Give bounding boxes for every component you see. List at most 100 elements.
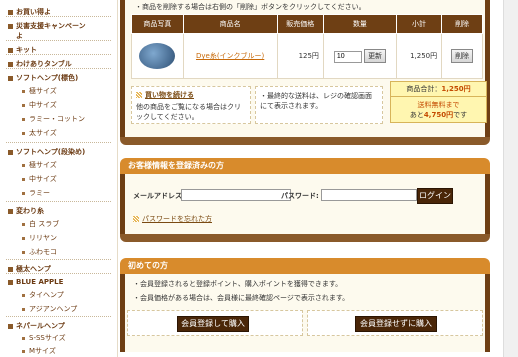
first-time-box: ・会員登録されると登録ポイント、購入ポイントを獲得できます。 ・会員価格がある場… bbox=[120, 274, 490, 352]
scrollbar[interactable] bbox=[503, 0, 518, 357]
sidebar-subitem[interactable]: 極サイズ bbox=[22, 160, 57, 170]
total-row: 商品合計：1,250円 bbox=[390, 81, 487, 97]
first-time-note: ・会員価格がある場合は、会員様に最終確認ページで表示されます。 bbox=[133, 294, 350, 302]
bullet-icon: ・ bbox=[133, 294, 140, 302]
delete-button[interactable]: 削除 bbox=[451, 49, 474, 63]
delete-cell: 削除 bbox=[441, 33, 483, 79]
bullet-icon bbox=[22, 131, 25, 135]
bullet-icon bbox=[8, 279, 13, 285]
price-cell: 125円 bbox=[276, 33, 324, 79]
bullet-icon bbox=[22, 336, 25, 340]
buy-without-register-button[interactable]: 会員登録せずに購入 bbox=[355, 316, 437, 332]
update-button[interactable]: 更新 bbox=[364, 49, 387, 63]
sidebar-subitem[interactable]: リリヤン bbox=[22, 233, 57, 243]
bullet-icon bbox=[8, 266, 13, 272]
bullet-icon bbox=[8, 47, 13, 53]
login-box-footer bbox=[120, 234, 490, 242]
login-button[interactable]: ログイン bbox=[417, 188, 453, 204]
sidebar-subitem[interactable]: 太サイズ bbox=[22, 128, 57, 138]
bullet-icon bbox=[8, 208, 13, 214]
product-photo-cell bbox=[131, 33, 184, 79]
sidebar: お買い得よ 災害支援キャンペーン よ キット わけありタンブル ソフトヘンプ(標… bbox=[0, 0, 118, 357]
cart-table: 商品写真 商品名 販売価格 数量 小計 削除 Dye糸(インクブルー) 125円… bbox=[131, 14, 483, 79]
divider bbox=[6, 316, 111, 317]
bullet-icon bbox=[8, 23, 13, 29]
divider bbox=[6, 142, 111, 143]
login-section-title: お客様情報を登録済みの方 bbox=[120, 158, 490, 174]
sidebar-item[interactable]: BLUE APPLE bbox=[8, 278, 63, 286]
divider bbox=[6, 68, 111, 69]
bullet-icon bbox=[8, 61, 13, 67]
sidebar-subitem[interactable]: Mサイズ bbox=[22, 346, 56, 356]
sidebar-subitem[interactable]: 中サイズ bbox=[22, 100, 57, 110]
bullet-icon bbox=[8, 323, 13, 329]
bullet-icon bbox=[8, 75, 13, 81]
totals-box: 商品合計：1,250円 送料無料まで あと4,750円です bbox=[390, 81, 487, 123]
sidebar-subitem[interactable]: 中サイズ bbox=[22, 174, 57, 184]
bullet-icon bbox=[22, 89, 25, 93]
total-value: 1,250円 bbox=[441, 85, 471, 93]
sidebar-subitem[interactable]: ラミー・コットン bbox=[22, 114, 85, 124]
sidebar-subitem[interactable]: 白 スラブ bbox=[22, 219, 59, 229]
register-and-buy-button[interactable]: 会員登録して購入 bbox=[177, 316, 249, 332]
sidebar-subitem[interactable]: アジアンヘンプ bbox=[22, 304, 77, 314]
sidebar-item[interactable]: ソフトヘンプ(標色) bbox=[8, 73, 78, 83]
table-row: Dye糸(インクブルー) 125円 更新 1,250円 削除 bbox=[131, 33, 483, 79]
continue-shopping-link[interactable]: 買い物を続ける bbox=[145, 91, 194, 99]
free-shipping-amount: 4,750円 bbox=[423, 111, 454, 119]
column-header: 販売価格 bbox=[276, 14, 324, 34]
column-header: 数量 bbox=[322, 14, 397, 34]
free-shipping-row: 送料無料まで あと4,750円です bbox=[390, 97, 487, 123]
sidebar-subitem[interactable]: タイヘンプ bbox=[22, 290, 64, 300]
subtotal-cell: 1,250円 bbox=[395, 33, 443, 79]
email-input[interactable] bbox=[181, 189, 291, 201]
sidebar-subitem[interactable]: ふわモコ bbox=[22, 247, 57, 257]
bullet-icon: ・ bbox=[135, 3, 142, 11]
bullet-icon: ・ bbox=[260, 92, 267, 100]
column-header: 削除 bbox=[441, 14, 483, 34]
continue-note: 他の商品をご覧になる場合はクリックしてください。 bbox=[136, 103, 241, 121]
continue-shopping-box: 買い物を続ける 他の商品をご覧になる場合はクリックしてください。 bbox=[131, 86, 251, 124]
bullet-icon bbox=[22, 293, 25, 297]
sidebar-item[interactable]: 変わり糸 bbox=[8, 206, 44, 216]
column-header: 小計 bbox=[395, 14, 443, 34]
arrow-icon bbox=[133, 216, 139, 222]
password-input[interactable] bbox=[321, 189, 417, 201]
bullet-icon bbox=[22, 103, 25, 107]
sidebar-subitem[interactable]: ラミー bbox=[22, 188, 50, 198]
divider bbox=[6, 40, 111, 41]
delete-note: ・商品を削除する場合は右側の「削除」ボタンをクリックしてください。 bbox=[135, 3, 366, 11]
divider bbox=[6, 16, 111, 17]
cart-box-footer bbox=[120, 137, 490, 145]
bullet-icon bbox=[22, 163, 25, 167]
forgot-password-link[interactable]: パスワードを忘れた方 bbox=[142, 215, 212, 223]
cart-box: ・商品を削除する場合は右側の「削除」ボタンをクリックしてください。 商品写真 商… bbox=[120, 0, 490, 137]
bullet-icon: ・ bbox=[133, 280, 140, 288]
product-name-link[interactable]: Dye糸(インクブルー) bbox=[196, 52, 264, 60]
sidebar-item[interactable]: 災害支援キャンペーン bbox=[8, 21, 86, 31]
bullet-icon bbox=[22, 177, 25, 181]
bullet-icon bbox=[8, 149, 13, 155]
yarn-ball-image[interactable] bbox=[139, 43, 176, 69]
quantity-cell: 更新 bbox=[322, 33, 397, 79]
bullet-icon bbox=[22, 349, 25, 353]
sidebar-subitem[interactable]: S-SSサイズ bbox=[22, 333, 66, 343]
first-time-section-title: 初めての方 bbox=[120, 258, 490, 274]
product-name-cell: Dye糸(インクブルー) bbox=[182, 33, 278, 79]
bullet-icon bbox=[8, 9, 13, 15]
divider bbox=[6, 273, 111, 274]
column-header: 商品写真 bbox=[131, 14, 184, 34]
main-content: ・商品を削除する場合は右側の「削除」ボタンをクリックしてください。 商品写真 商… bbox=[120, 0, 492, 357]
sidebar-item[interactable]: ソフトヘンプ(段染め) bbox=[8, 147, 85, 157]
sidebar-item[interactable]: ネパールヘンプ bbox=[8, 321, 65, 331]
divider bbox=[6, 54, 111, 55]
arrow-icon bbox=[136, 92, 142, 98]
quantity-input[interactable] bbox=[333, 50, 362, 63]
sidebar-subitem[interactable]: 極サイズ bbox=[22, 86, 57, 96]
email-label: メールアドレス: bbox=[133, 192, 185, 200]
column-header: 商品名 bbox=[182, 14, 278, 34]
bullet-icon bbox=[22, 117, 25, 121]
forgot-password-row: パスワードを忘れた方 bbox=[133, 214, 212, 224]
shipping-note-box: ・最終的な送料は、レジの確認画面にて表示されます。 bbox=[255, 86, 383, 124]
cart-header-row: 商品写真 商品名 販売価格 数量 小計 削除 bbox=[131, 14, 483, 34]
